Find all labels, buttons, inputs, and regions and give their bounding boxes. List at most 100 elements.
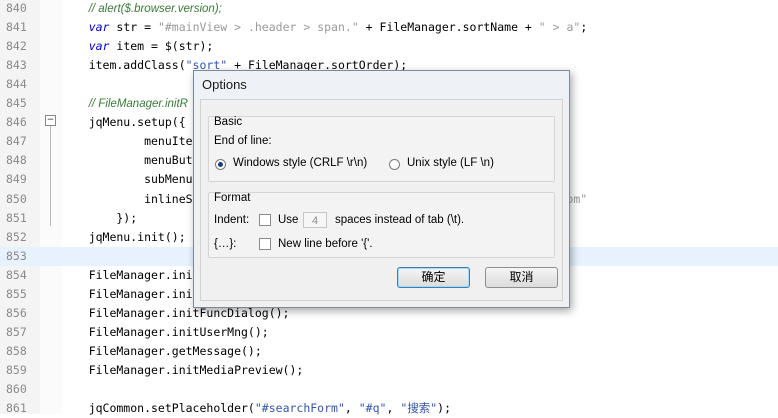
- code-text: jqMenu.init();: [61, 228, 186, 247]
- code-token: item.addClass(: [61, 58, 186, 73]
- code-text: jqCommon.setPlaceholder("#searchForm", "…: [61, 399, 451, 418]
- code-text: menuBut: [61, 151, 193, 170]
- code-text: });: [61, 209, 137, 228]
- unix-style-radio[interactable]: [389, 159, 400, 170]
- code-text: menuIte: [61, 132, 193, 151]
- code-text: // FileManager.initR: [61, 94, 188, 114]
- code-text: FileManager.initUserMng();: [61, 323, 269, 342]
- code-line[interactable]: 858 FileManager.getMessage();: [0, 342, 778, 361]
- code-token: "搜索": [400, 401, 438, 416]
- code-line[interactable]: 860: [0, 380, 778, 399]
- code-token: // FileManager.initR: [88, 98, 188, 111]
- code-text: jqMenu.setup({: [61, 113, 186, 132]
- line-number: 860: [6, 382, 27, 396]
- line-number: 856: [6, 305, 27, 320]
- code-token: FileManager.getMessage();: [61, 343, 262, 358]
- code-token: FileManager.init: [61, 267, 200, 282]
- line-number: 849: [6, 172, 27, 187]
- line-number: 843: [6, 58, 27, 73]
- newline-before-brace-checkbox[interactable]: [259, 238, 271, 250]
- code-token: inlineS: [61, 191, 193, 206]
- line-number: 859: [6, 362, 27, 377]
- windows-style-radio[interactable]: [215, 159, 226, 170]
- code-token: ;: [580, 20, 588, 35]
- code-line[interactable]: 840 // alert($.browser.version);: [0, 0, 778, 18]
- code-line[interactable]: 861 jqCommon.setPlaceholder("#searchForm…: [0, 399, 778, 418]
- line-number: 841: [6, 20, 27, 35]
- line-number: 840: [6, 1, 27, 15]
- spaces-count-input[interactable]: 4: [303, 212, 327, 228]
- line-number: 861: [6, 401, 27, 416]
- code-text: // alert($.browser.version);: [61, 0, 222, 19]
- line-number: 842: [6, 39, 27, 54]
- code-token: str =: [109, 20, 158, 35]
- windows-style-label[interactable]: Windows style (CRLF \r\n): [233, 157, 367, 169]
- code-token: jqCommon.setPlaceholder(: [61, 401, 255, 416]
- code-text: subMenu: [61, 170, 193, 189]
- code-token: ,: [386, 401, 401, 416]
- code-text: FileManager.init: [61, 285, 200, 304]
- code-token: jqMenu.init();: [61, 229, 186, 244]
- code-line[interactable]: 859 FileManager.initMediaPreview();: [0, 361, 778, 380]
- code-token: menuBut: [61, 153, 193, 168]
- code-token: " > a": [538, 20, 581, 35]
- line-number: 857: [6, 324, 27, 339]
- line-number: 850: [6, 191, 27, 206]
- code-text: FileManager.getMessage();: [61, 342, 262, 361]
- options-dialog: Options Basic End of line: Windows style…: [193, 70, 570, 308]
- code-token: menuIte: [61, 134, 193, 149]
- code-line[interactable]: 842 var item = $(str);: [0, 37, 778, 56]
- line-number: 847: [6, 134, 27, 149]
- use-spaces-label[interactable]: Use: [278, 214, 298, 226]
- newline-before-brace-label[interactable]: New line before '{'.: [278, 238, 373, 250]
- code-token: FileManager.initUserMng();: [61, 324, 269, 339]
- spaces-suffix-label: spaces instead of tab (\t).: [335, 214, 465, 226]
- code-token: );: [437, 401, 452, 416]
- line-number: 851: [6, 210, 27, 225]
- unix-style-label[interactable]: Unix style (LF \n): [407, 157, 494, 169]
- code-token: item = $(str);: [109, 39, 214, 54]
- format-group: Format Indent: Use 4 spaces instead of t…: [208, 192, 555, 258]
- code-token: var: [88, 39, 110, 54]
- line-number: 855: [6, 286, 27, 301]
- code-token: var: [88, 20, 110, 35]
- use-spaces-checkbox[interactable]: [259, 214, 271, 226]
- code-line[interactable]: 857 FileManager.initUserMng();: [0, 323, 778, 342]
- dialog-titlebar[interactable]: Options: [194, 71, 569, 99]
- brace-label: {…}:: [214, 238, 237, 250]
- line-number: 845: [6, 96, 27, 111]
- code-token: ,: [344, 401, 359, 416]
- cancel-button[interactable]: 取消: [485, 267, 558, 288]
- code-token: FileManager.initMediaPreview();: [61, 362, 304, 377]
- line-number: 848: [6, 153, 27, 168]
- code-token: "#q": [358, 401, 387, 416]
- format-group-label: Format: [214, 192, 251, 204]
- line-number: 853: [6, 248, 27, 263]
- basic-group: Basic End of line: Windows style (CRLF \…: [208, 116, 555, 182]
- line-number: 858: [6, 343, 27, 358]
- indent-label: Indent:: [214, 214, 250, 226]
- dialog-body: Basic End of line: Windows style (CRLF \…: [200, 99, 563, 301]
- code-token: "#searchForm": [254, 401, 345, 416]
- ok-button[interactable]: 确定: [397, 267, 470, 288]
- line-number: 846: [6, 115, 27, 130]
- line-number: 852: [6, 229, 27, 244]
- line-number: 844: [6, 77, 27, 92]
- code-line[interactable]: 841 var str = "#mainView > .header > spa…: [0, 18, 778, 37]
- code-text: FileManager.initMediaPreview();: [61, 361, 304, 380]
- code-token: "#mainView > .header > span.": [157, 20, 359, 35]
- dialog-title: Options: [202, 77, 247, 92]
- end-of-line-label: End of line:: [214, 135, 272, 147]
- code-text: var str = "#mainView > .header > span." …: [61, 18, 588, 37]
- code-token: FileManager.init: [61, 286, 200, 301]
- code-token: jqMenu.setup({: [61, 115, 186, 130]
- code-token: // alert($.browser.version);: [88, 3, 222, 15]
- code-text: FileManager.init: [61, 266, 200, 285]
- code-token: + FileManager.sortName +: [358, 20, 539, 35]
- code-token: subMenu: [61, 172, 193, 187]
- code-text: var item = $(str);: [61, 37, 214, 56]
